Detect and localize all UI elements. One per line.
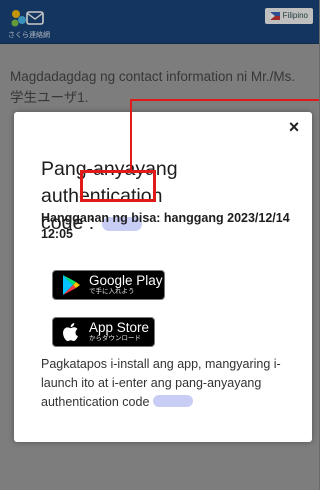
apple-icon xyxy=(63,323,78,342)
instructions-text: Pagkatapos i-install ang app, mangyaring… xyxy=(41,355,303,412)
invitation-code-dialog: × Pang-anyayang authentication code : y1… xyxy=(14,112,312,442)
authentication-code-inline: y1540 xyxy=(153,395,194,407)
google-play-button[interactable]: Google Play で手に入れよう xyxy=(52,270,165,300)
annotation-line-horizontal xyxy=(130,99,319,101)
google-play-subtext: で手に入れよう xyxy=(89,288,135,295)
annotation-highlight-box xyxy=(80,170,156,202)
annotation-line-vertical xyxy=(130,99,132,170)
close-button[interactable]: × xyxy=(285,118,303,136)
app-store-button[interactable]: App Store からダウンロード xyxy=(52,317,155,347)
app-store-name: App Store xyxy=(89,320,150,335)
app-store-subtext: からダウンロード xyxy=(89,335,141,342)
google-play-icon xyxy=(63,275,80,295)
google-play-name: Google Play xyxy=(89,273,163,288)
expiry-text: Hangganan ng bisa: hanggang 2023/12/14 1… xyxy=(41,211,290,241)
